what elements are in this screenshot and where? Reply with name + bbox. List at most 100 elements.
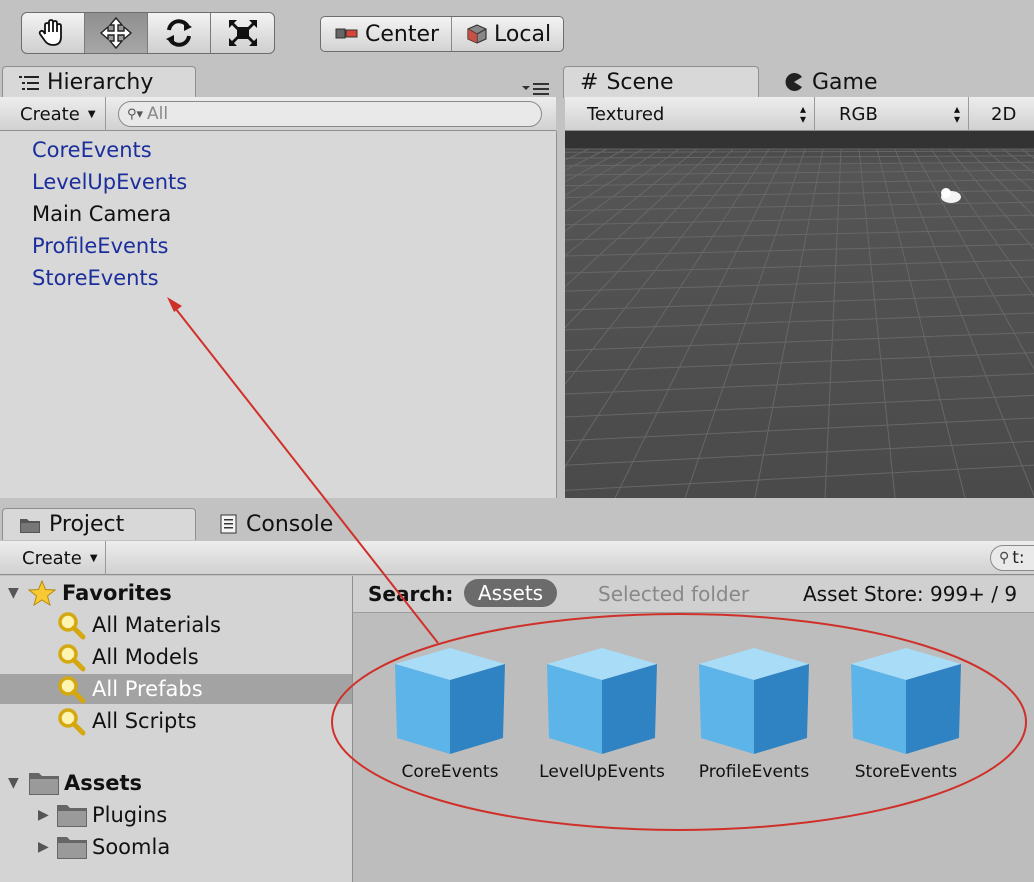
pivot-local-label: Local xyxy=(494,21,552,47)
favorite-item-prefabs[interactable]: All Prefabs xyxy=(0,674,352,704)
folder-item-label: Soomla xyxy=(92,835,171,859)
grid-icon: # xyxy=(580,70,599,95)
hierarchy-search-placeholder: All xyxy=(147,104,169,124)
tab-console[interactable]: Console xyxy=(204,508,374,540)
panel-divider[interactable] xyxy=(0,499,1034,507)
up-down-icon: ▴ ▾ xyxy=(799,102,806,126)
asset-profileevents[interactable]: ProfileEvents xyxy=(684,644,824,804)
chevron-down-icon: ▼ xyxy=(87,108,96,120)
hand-tool-button[interactable] xyxy=(22,13,85,53)
favorite-item-label: All Materials xyxy=(92,613,221,637)
folder-icon xyxy=(57,837,87,859)
project-toolbar: Create ▼ ⚲ t: xyxy=(0,541,1034,575)
assets-group[interactable]: ▼ Assets xyxy=(0,768,352,798)
prefab-cube-icon xyxy=(395,648,505,754)
scale-icon xyxy=(228,20,257,46)
hand-icon xyxy=(38,19,62,46)
tab-scene-label: Scene xyxy=(606,70,674,95)
hierarchy-item-storeevents[interactable]: StoreEvents xyxy=(32,266,159,290)
pacman-icon xyxy=(785,73,802,91)
rotate-icon xyxy=(166,19,192,47)
search-scope-bar: Search: Assets Selected folder Asset Sto… xyxy=(353,576,1034,613)
console-icon xyxy=(220,514,237,534)
move-tool-button[interactable] xyxy=(85,13,148,53)
project-search-input[interactable]: ⚲ t: xyxy=(990,545,1034,571)
favorites-group[interactable]: ▼ Favorites xyxy=(0,578,352,608)
magnifier-icon xyxy=(58,612,86,640)
asset-storeevents[interactable]: StoreEvents xyxy=(836,644,976,804)
list-icon xyxy=(19,75,39,90)
asset-label: ProfileEvents xyxy=(698,762,810,782)
hierarchy-item-levelupevents[interactable]: LevelUpEvents xyxy=(32,170,187,194)
hierarchy-create-dropdown[interactable]: Create ▼ xyxy=(10,97,106,131)
project-create-label: Create xyxy=(22,547,82,569)
hierarchy-search-input[interactable]: ⚲▾ All xyxy=(118,101,542,127)
folder-item-label: Plugins xyxy=(92,803,168,827)
tab-hierarchy[interactable]: Hierarchy xyxy=(2,66,196,98)
tab-game-label: Game xyxy=(812,69,878,95)
render-mode-dropdown[interactable]: Textured ▴ ▾ xyxy=(577,97,815,131)
hierarchy-item-profileevents[interactable]: ProfileEvents xyxy=(32,234,168,258)
asset-label: CoreEvents xyxy=(401,762,499,782)
project-folder-tree: ▼ Favorites All Materials All Models All… xyxy=(0,576,353,882)
favorite-item-label: All Prefabs xyxy=(92,677,203,701)
hierarchy-create-label: Create xyxy=(20,103,80,125)
pivot-center-button[interactable]: Center xyxy=(321,17,453,51)
project-create-dropdown[interactable]: Create ▼ xyxy=(12,541,106,575)
folder-icon xyxy=(29,773,59,795)
triangle-down-icon: ▼ xyxy=(8,775,19,791)
favorite-item-materials[interactable]: All Materials xyxy=(0,610,352,640)
color-mode-label: RGB xyxy=(839,103,878,125)
chevron-down-icon: ▼ xyxy=(89,552,98,564)
hierarchy-toolbar: Create ▼ ⚲▾ All xyxy=(0,97,556,131)
asset-store-count[interactable]: Asset Store: 999+ / 9 xyxy=(803,582,1017,606)
triangle-right-icon: ▶ xyxy=(38,839,49,855)
tab-project[interactable]: Project xyxy=(2,508,196,540)
rotate-tool-button[interactable] xyxy=(148,13,211,53)
hierarchy-item-coreevents[interactable]: CoreEvents xyxy=(32,138,152,162)
favorite-item-label: All Models xyxy=(92,645,199,669)
favorites-label: Favorites xyxy=(62,581,172,605)
triangle-right-icon: ▶ xyxy=(38,807,49,823)
color-mode-dropdown[interactable]: RGB ▴ ▾ xyxy=(829,97,969,131)
scale-tool-button[interactable] xyxy=(211,13,274,53)
folder-item-soomla[interactable]: ▶ Soomla xyxy=(0,832,352,862)
scope-selected-folder-button[interactable]: Selected folder xyxy=(598,582,749,606)
pivot-local-button[interactable]: Local xyxy=(452,17,563,51)
asset-levelupevents[interactable]: LevelUpEvents xyxy=(532,644,672,804)
asset-label: StoreEvents xyxy=(854,762,958,782)
magnifier-icon xyxy=(58,708,86,736)
up-down-icon: ▴ ▾ xyxy=(953,102,960,126)
project-asset-view: Search: Assets Selected folder Asset Sto… xyxy=(353,576,1034,882)
tab-hierarchy-label: Hierarchy xyxy=(47,70,154,95)
tab-console-label: Console xyxy=(246,511,334,537)
magnifier-icon xyxy=(58,676,86,704)
mode-2d-label: 2D xyxy=(991,103,1017,125)
scope-assets-button[interactable]: Assets xyxy=(464,579,558,607)
prefab-cube-icon xyxy=(547,648,657,754)
folder-icon xyxy=(20,518,40,533)
mode-2d-toggle[interactable]: 2D xyxy=(981,97,1034,131)
favorite-item-models[interactable]: All Models xyxy=(0,642,352,672)
scene-viewport[interactable] xyxy=(565,131,1034,498)
scene-toolbar: Textured ▴ ▾ RGB ▴ ▾ 2D xyxy=(565,97,1034,131)
folder-item-plugins[interactable]: ▶ Plugins xyxy=(0,800,352,830)
favorite-item-label: All Scripts xyxy=(92,709,197,733)
prefab-cube-icon xyxy=(699,648,809,754)
project-search-value: t: xyxy=(1012,548,1025,568)
hierarchy-item-main-camera[interactable]: Main Camera xyxy=(32,202,171,226)
asset-coreevents[interactable]: CoreEvents xyxy=(380,644,520,804)
triangle-down-icon: ▼ xyxy=(8,585,19,601)
pivot-center-label: Center xyxy=(365,21,440,47)
magnifier-icon xyxy=(58,644,86,672)
asset-label: LevelUpEvents xyxy=(539,762,665,782)
star-icon xyxy=(28,580,56,606)
pivot-controls: Center Local xyxy=(320,16,565,52)
folder-icon xyxy=(57,805,87,827)
tab-scene[interactable]: # Scene xyxy=(563,66,759,98)
hierarchy-panel: CoreEvents LevelUpEvents Main Camera Pro… xyxy=(0,131,557,498)
favorite-item-scripts[interactable]: All Scripts xyxy=(0,706,352,736)
local-cube-icon xyxy=(467,24,487,44)
search-icon: ⚲ xyxy=(999,550,1010,566)
tab-game[interactable]: Game xyxy=(768,66,948,98)
